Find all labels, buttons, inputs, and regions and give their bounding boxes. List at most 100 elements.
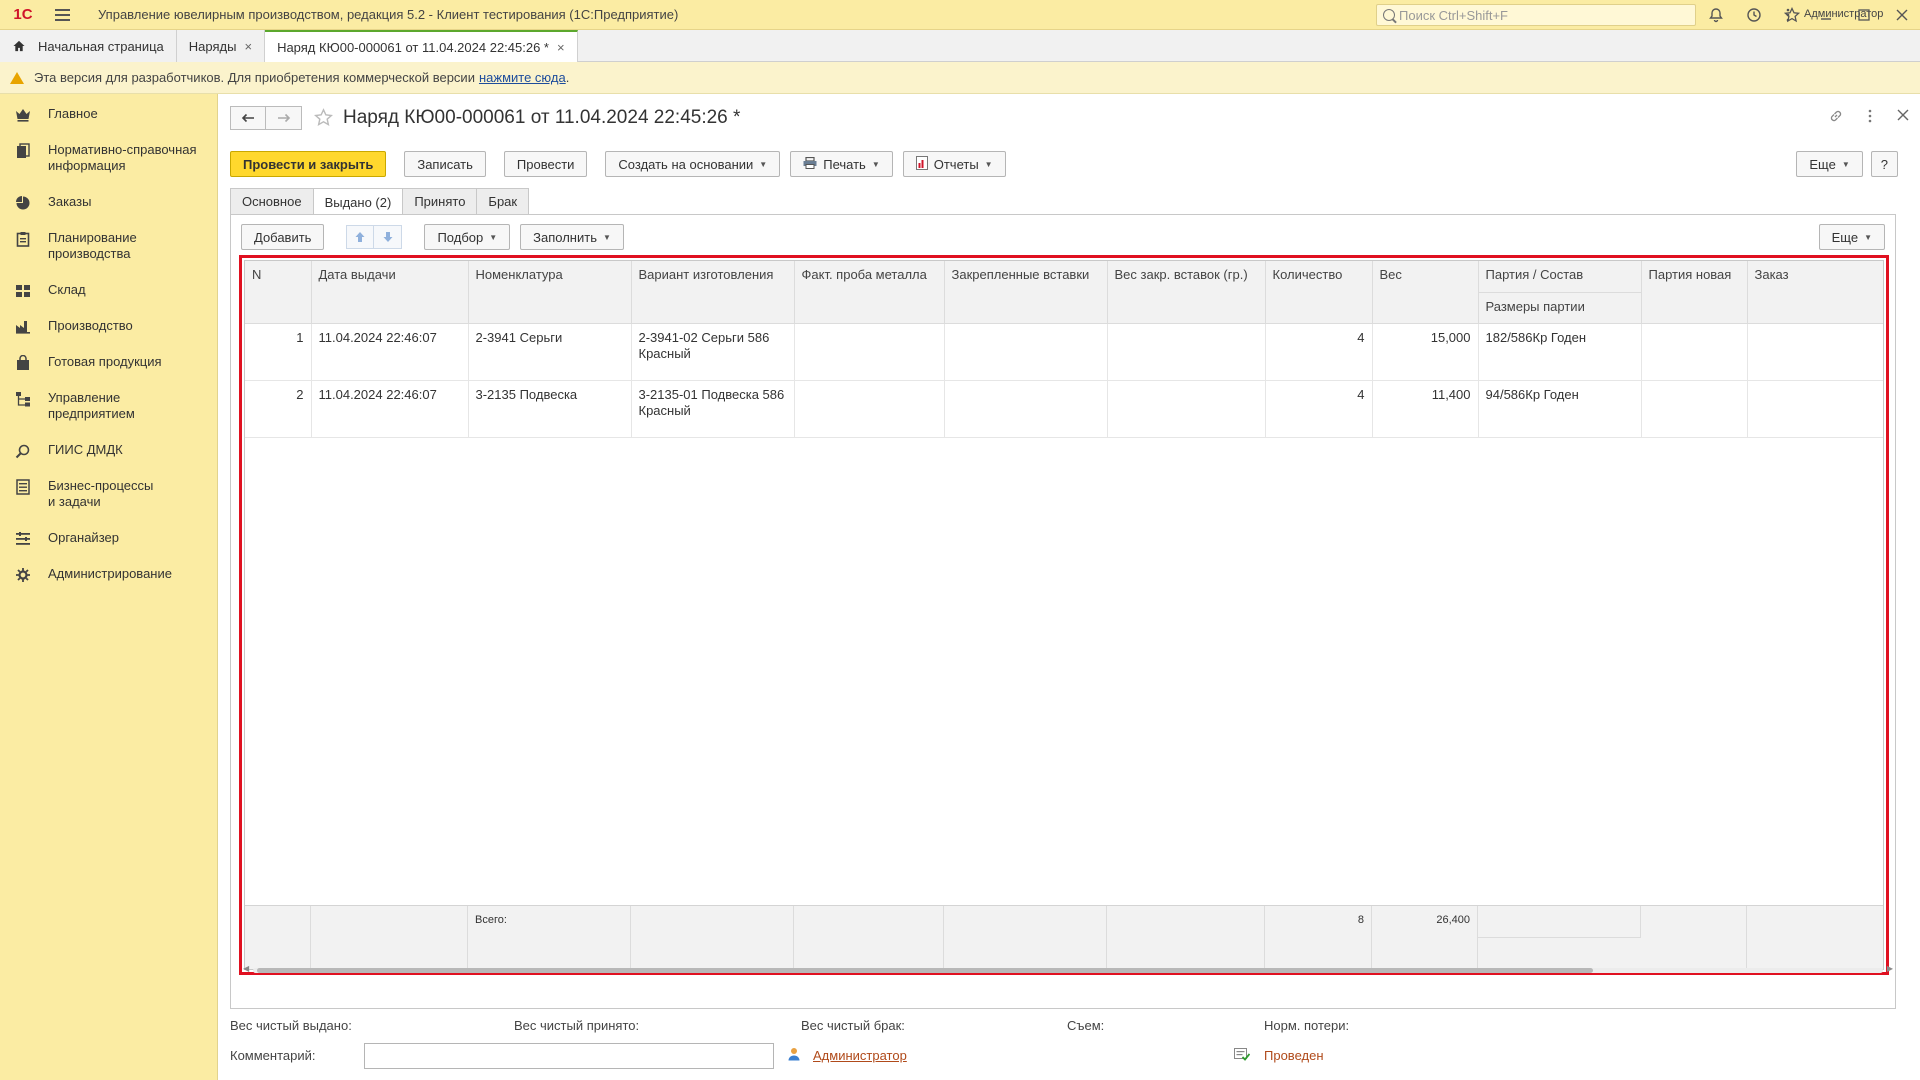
tab-document-label: Наряд КЮ00-000061 от 11.04.2024 22:45:26… <box>277 39 549 55</box>
tab-naryady-label: Наряды <box>188 38 237 54</box>
post-button[interactable]: Провести <box>503 151 588 177</box>
tab-main[interactable]: Основное <box>230 188 314 214</box>
settings-menu-icon[interactable] <box>1778 5 1798 25</box>
close-tab-icon[interactable]: × <box>244 39 252 54</box>
notice-text: Эта версия для разработчиков. Для приобр… <box>34 70 475 85</box>
total-cell <box>1107 906 1265 969</box>
horizontal-scrollbar[interactable]: ◀ ▶ <box>243 964 1893 976</box>
bag-icon <box>14 354 32 372</box>
crown-icon <box>14 106 32 124</box>
close-form-icon[interactable] <box>1896 108 1910 128</box>
minimize-icon[interactable] <box>1816 5 1836 25</box>
items-grid: N Дата выдачи Номенклатура Вариант изгот… <box>245 261 1883 438</box>
tab-issued[interactable]: Выдано (2) <box>312 188 404 215</box>
move-down-button[interactable] <box>374 225 403 249</box>
cell-variant: 3-2135-01 Подвеска 586 Красный <box>631 380 795 438</box>
page-title: Наряд КЮ00-000061 от 11.04.2024 22:45:26… <box>343 107 741 128</box>
sidebar-item-finished-goods[interactable]: Готовая продукция <box>0 354 162 372</box>
history-icon[interactable] <box>1744 5 1764 25</box>
column-header[interactable]: Вес <box>1372 261 1479 324</box>
print-button[interactable]: Печать ▼ <box>790 151 893 177</box>
search-input[interactable]: Поиск Ctrl+Shift+F <box>1376 4 1696 26</box>
total-cell <box>1747 906 1883 969</box>
column-header[interactable]: Вес закр. вставок (гр.) <box>1107 261 1266 324</box>
sections-panel: Главное Нормативно-справочная информация… <box>0 94 218 1080</box>
document-status[interactable]: Проведен <box>1264 1048 1324 1063</box>
sidebar-item-giis[interactable]: ГИИС ДМДК <box>0 442 123 460</box>
column-header[interactable]: Партия новая <box>1641 261 1748 324</box>
total-cell <box>311 906 468 969</box>
sidebar-item-organizer[interactable]: Органайзер <box>0 530 119 548</box>
favorite-star-icon[interactable] <box>313 108 334 133</box>
net-issued-label: Вес чистый выдано: <box>230 1018 352 1033</box>
main-menu-icon[interactable] <box>48 0 76 30</box>
issued-items-table[interactable]: N Дата выдачи Номенклатура Вариант изгот… <box>239 255 1889 975</box>
factory-icon <box>14 318 32 336</box>
forward-button[interactable] <box>266 106 302 130</box>
tab-document[interactable]: Наряд КЮ00-000061 от 11.04.2024 22:45:26… <box>265 30 578 62</box>
column-header[interactable]: Количество <box>1265 261 1373 324</box>
help-button[interactable]: ? <box>1870 151 1898 177</box>
create-based-on-button[interactable]: Создать на основании ▼ <box>605 151 781 177</box>
tab-home[interactable]: Начальная страница <box>0 30 177 62</box>
add-row-button[interactable]: Добавить <box>241 224 325 250</box>
sidebar-item-planning[interactable]: Планирование производства <box>0 230 158 262</box>
cell-probe <box>794 323 945 381</box>
reports-button[interactable]: Отчеты ▼ <box>902 151 1006 177</box>
move-up-button[interactable] <box>346 225 375 249</box>
save-button[interactable]: Записать <box>404 151 486 177</box>
warning-icon <box>10 71 24 84</box>
pick-button[interactable]: Подбор ▼ <box>424 224 511 250</box>
more-actions-icon[interactable] <box>1862 108 1878 128</box>
column-header[interactable]: N <box>245 261 312 324</box>
sidebar-item-enterprise[interactable]: Управление предприятием <box>0 390 148 422</box>
column-header[interactable]: Номенклатура <box>468 261 632 324</box>
fill-button[interactable]: Заполнить ▼ <box>520 224 624 250</box>
cell-variant: 2-3941-02 Серьги 586 Красный <box>631 323 795 381</box>
notice-link[interactable]: нажмите сюда <box>479 70 566 85</box>
sidebar-item-production[interactable]: Производство <box>0 318 133 336</box>
sidebar-item-warehouse[interactable]: Склад <box>0 282 86 300</box>
total-label: Всего: <box>468 906 631 969</box>
tab-home-label: Начальная страница <box>38 38 164 54</box>
bell-icon[interactable] <box>1706 5 1726 25</box>
chevron-down-icon: ▼ <box>489 232 498 242</box>
tab-defect[interactable]: Брак <box>476 188 530 214</box>
back-button[interactable] <box>230 106 266 130</box>
scroll-left-icon[interactable]: ◀ <box>243 964 249 973</box>
link-copy-icon[interactable] <box>1828 108 1844 128</box>
table-row[interactable]: 1 11.04.2024 22:46:07 2-3941 Серьги 2-39… <box>245 323 1883 381</box>
close-app-icon[interactable] <box>1892 5 1912 25</box>
column-header[interactable]: Партия / Состав <box>1478 261 1642 293</box>
table-more-button[interactable]: Еще ▼ <box>1818 224 1885 250</box>
tab-received[interactable]: Принято <box>402 188 478 214</box>
report-icon <box>915 155 928 173</box>
sidebar-item-orders[interactable]: Заказы <box>0 194 91 212</box>
chevron-down-icon: ▼ <box>1864 232 1872 242</box>
scroll-thumb[interactable] <box>257 968 1593 973</box>
sidebar-item-business-processes[interactable]: Бизнес-процессы и задачи <box>0 478 163 510</box>
column-subheader[interactable]: Размеры партии <box>1478 292 1642 324</box>
cell-inserts <box>944 380 1108 438</box>
close-tab-icon[interactable]: × <box>557 40 565 55</box>
sidebar-item-reference[interactable]: Нормативно-справочная информация <box>0 142 208 174</box>
window-tab-strip: Начальная страница Наряды × Наряд КЮ00-0… <box>0 30 1920 62</box>
scroll-right-icon[interactable]: ▶ <box>1887 964 1893 973</box>
column-header[interactable]: Закрепленные вставки <box>944 261 1108 324</box>
sidebar-item-main[interactable]: Главное <box>0 106 98 124</box>
comment-input[interactable] <box>364 1043 774 1069</box>
author-link[interactable]: Администратор <box>813 1048 907 1063</box>
sidebar-item-administration[interactable]: Администрирование <box>0 566 172 584</box>
form-command-bar: Провести и закрыть Записать Провести Соз… <box>230 151 1006 177</box>
post-and-close-button[interactable]: Провести и закрыть <box>230 151 387 177</box>
cell-qty: 4 <box>1265 380 1373 438</box>
column-header[interactable]: Дата выдачи <box>311 261 469 324</box>
column-header[interactable]: Заказ <box>1747 261 1883 324</box>
more-button[interactable]: Еще ▼ <box>1796 151 1863 177</box>
column-header[interactable]: Факт. проба металла <box>794 261 945 324</box>
table-row[interactable]: 2 11.04.2024 22:46:07 3-2135 Подвеска 3-… <box>245 380 1883 438</box>
column-header[interactable]: Вариант изготовления <box>631 261 795 324</box>
cell-qty: 4 <box>1265 323 1373 381</box>
tab-naryady[interactable]: Наряды × <box>176 30 266 62</box>
maximize-icon[interactable] <box>1854 5 1874 25</box>
